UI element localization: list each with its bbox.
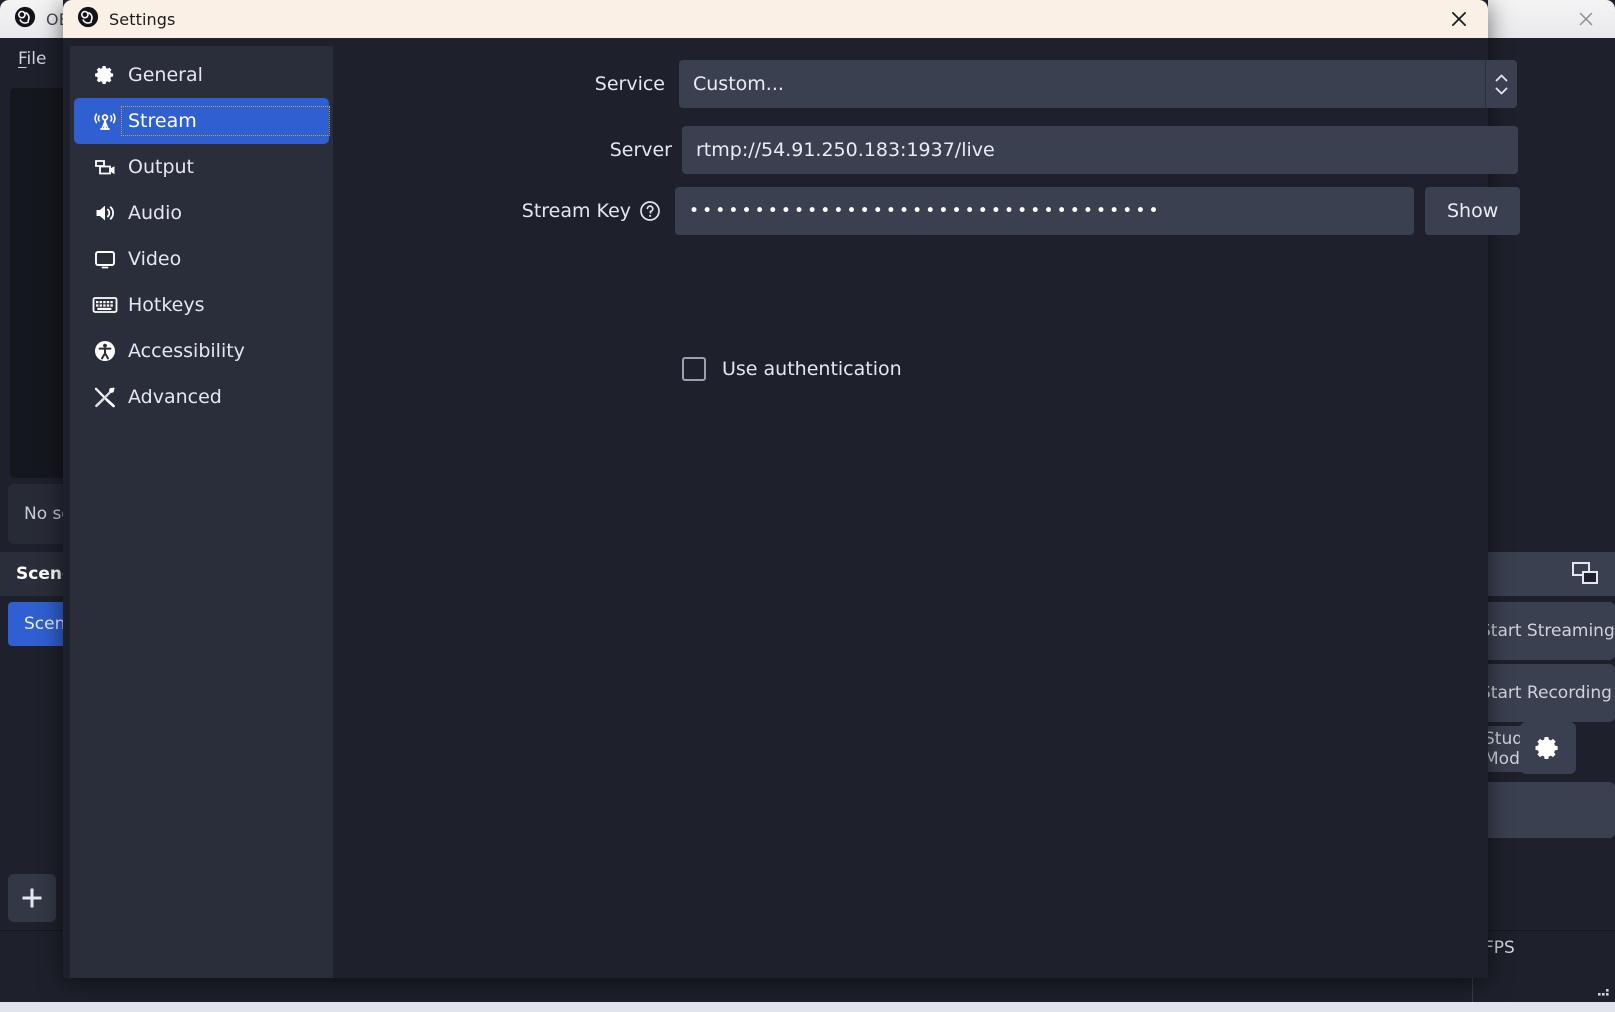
main-window-close-button[interactable] [1557,0,1615,38]
stream-key-input[interactable]: •••••••••••••••••••••••••••••••••••• [675,187,1414,235]
controls-dock-extra [1476,782,1615,838]
sidebar-item-video[interactable]: Video [74,236,329,282]
close-icon [1579,12,1593,26]
obs-logo-icon [14,6,36,32]
server-row: Server rtmp://54.91.250.183:1937/live [333,126,1518,174]
sidebar-item-label: Hotkeys [128,294,205,316]
show-stream-key-button[interactable]: Show [1425,187,1521,235]
multiview-icon [1572,562,1598,584]
controls-dock-header [1476,552,1615,596]
video-camera-icon [92,154,118,180]
start-recording-button[interactable]: Start Recording [1476,664,1615,722]
server-input[interactable]: rtmp://54.91.250.183:1937/live [682,126,1518,174]
sidebar-item-label: Audio [128,202,183,224]
service-row: Service Custom... [333,60,1517,108]
sidebar-item-label: Output [128,156,194,178]
fps-indicator: FPS [1484,938,1515,958]
gear-icon [1535,737,1558,759]
stream-settings-page: Service Custom... Server rtmp://54.91.25… [333,46,1521,978]
broadcast-icon [92,108,118,134]
obs-logo-icon [77,6,99,32]
settings-dialog-close-button[interactable] [1430,0,1488,38]
help-circle-icon[interactable] [639,200,661,222]
sidebar-item-audio[interactable]: Audio [74,190,329,236]
settings-dialog-title: Settings [109,9,176,29]
service-value: Custom... [693,73,784,95]
stream-key-value: •••••••••••••••••••••••••••••••••••• [689,200,1162,221]
settings-button[interactable] [1520,722,1576,774]
start-streaming-button[interactable]: Start Streaming [1476,602,1615,660]
service-dropdown[interactable]: Custom... [679,60,1517,108]
start-recording-label: Start Recording [1480,683,1612,703]
stream-key-label: Stream Key [521,200,631,222]
stream-key-row: Stream Key •••••••••••••••••••••••••••••… [333,187,1521,235]
server-label: Server [609,139,672,161]
use-authentication-checkbox[interactable]: Use authentication [682,357,902,381]
close-icon [1452,12,1466,26]
service-label: Service [594,73,665,95]
server-value: rtmp://54.91.250.183:1937/live [696,139,995,161]
sidebar-item-label: General [128,64,203,86]
gear-icon [92,62,118,88]
settings-dialog: Settings General Stream Output Audio Vid… [63,0,1521,978]
sidebar-item-label: Advanced [128,386,222,408]
sidebar-item-general[interactable]: General [74,52,329,98]
accessibility-icon [92,338,118,364]
sidebar-item-advanced[interactable]: Advanced [74,374,329,420]
desktop-background [0,1002,1615,1012]
use-authentication-label: Use authentication [722,358,902,380]
resize-grip-icon[interactable] [1596,983,1610,997]
checkbox-box[interactable] [682,357,706,381]
sidebar-item-output[interactable]: Output [74,144,329,190]
menu-file-accel: F [18,49,27,69]
start-streaming-label: Start Streaming [1480,621,1615,641]
show-button-label: Show [1447,200,1499,222]
tools-icon [92,384,118,410]
sidebar-item-stream[interactable]: Stream [74,98,330,144]
chevron-updown-icon[interactable] [1485,60,1517,108]
menu-item-file[interactable]: File [6,45,58,73]
settings-sidebar: General Stream Output Audio Video Hotkey… [70,46,333,978]
sidebar-item-hotkeys[interactable]: Hotkeys [74,282,329,328]
screen: OBS File No source selected Scenes Scene [0,0,1615,1012]
sidebar-item-label: Stream [121,106,330,136]
sidebar-item-label: Video [128,248,182,270]
settings-dialog-titlebar: Settings [63,0,1488,38]
add-scene-button[interactable] [8,874,56,922]
speaker-icon [92,200,118,226]
monitor-icon [92,246,118,272]
plus-icon [22,888,42,908]
sidebar-item-label: Accessibility [128,340,245,362]
sidebar-item-accessibility[interactable]: Accessibility [74,328,329,374]
keyboard-icon [92,292,118,318]
